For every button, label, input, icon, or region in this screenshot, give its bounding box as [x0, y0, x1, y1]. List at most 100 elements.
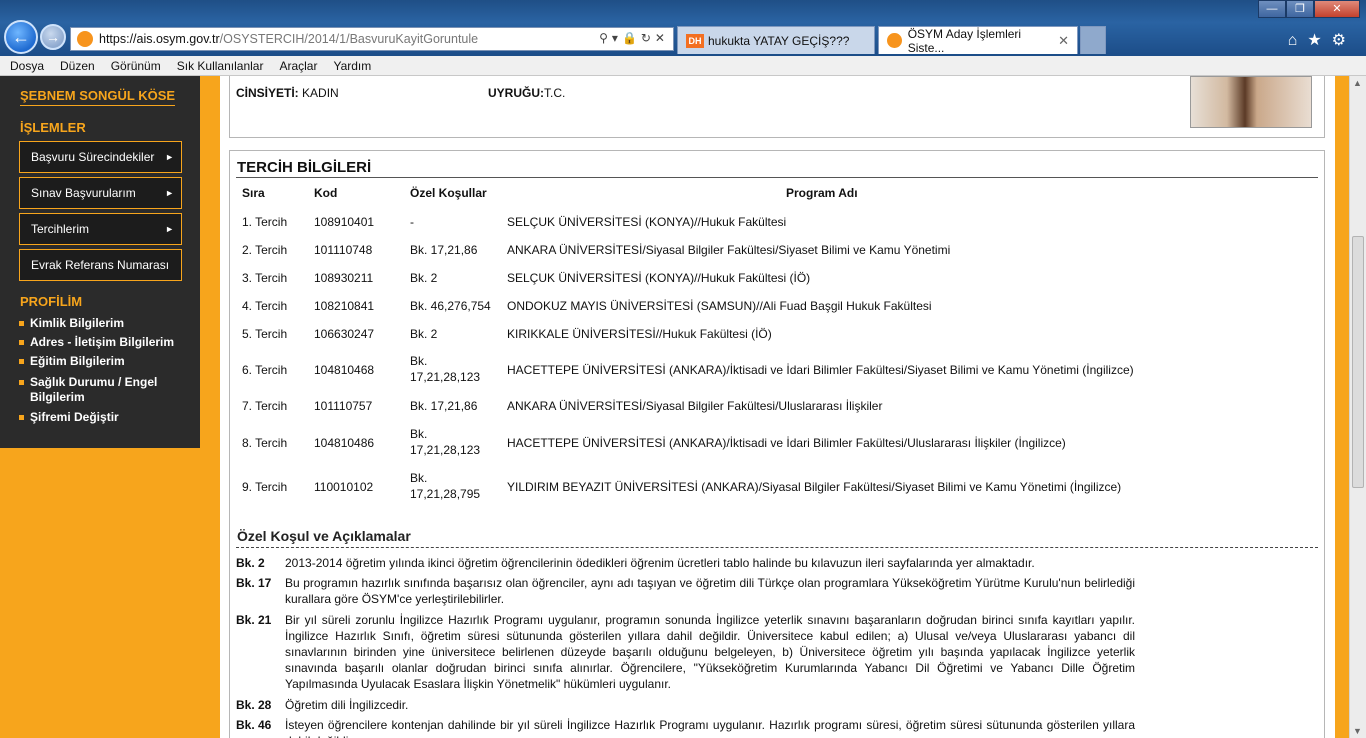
- tercih-section: TERCİH BİLGİLERİ Sıra Kod Özel Koşullar …: [229, 150, 1325, 738]
- profile-link-label: Adres - İletişim Bilgilerim: [30, 335, 175, 349]
- address-bar[interactable]: https://ais.osym.gov.tr/OSYSTERCIH/2014/…: [70, 27, 674, 51]
- profile-link-label-line2: Bilgilerim: [30, 390, 85, 404]
- cell-kosul: Bk.: [410, 427, 428, 441]
- menu-gorunum[interactable]: Görünüm: [111, 59, 161, 73]
- gender-label: CİNSİYETİ:: [236, 86, 299, 100]
- note-text: İsteyen öğrencilere kontenjan dahilinde …: [285, 718, 1135, 738]
- cell-kosul: Bk.: [410, 471, 428, 485]
- page-viewport: ŞEBNEM SONGÜL KÖSE İŞLEMLER Başvuru Süre…: [0, 76, 1349, 738]
- favorites-star-icon[interactable]: ★: [1307, 32, 1331, 49]
- sidebar: ŞEBNEM SONGÜL KÖSE İŞLEMLER Başvuru Süre…: [0, 76, 200, 448]
- sidebar-item-label: Başvuru Sürecindekiler: [31, 150, 155, 164]
- menu-araclar[interactable]: Araçlar: [279, 59, 317, 73]
- minimize-icon[interactable]: —: [1258, 0, 1286, 18]
- profile-link-sifre[interactable]: Şifremi Değiştir: [19, 410, 184, 425]
- column-header-sira: Sıra: [242, 186, 265, 200]
- nationality-field: UYRUĞU:T.C.: [488, 86, 565, 100]
- nationality-value: T.C.: [544, 86, 566, 100]
- sidebar-item-label: Evrak Referans Numarası: [31, 258, 170, 272]
- profile-link-saglik[interactable]: Sağlık Durumu / Engel Bilgilerim: [19, 375, 184, 405]
- cell-program: ONDOKUZ MAYIS ÜNİVERSİTESİ (SAMSUN)//Ali…: [507, 299, 932, 313]
- close-window-icon[interactable]: ✕: [1314, 0, 1360, 18]
- note-text: 2013-2014 öğretim yılında ikinci öğretim…: [285, 556, 1035, 570]
- forward-button[interactable]: →: [40, 24, 66, 50]
- cell-kod: 104810468: [314, 363, 375, 377]
- window-controls: — ❐ ✕: [1258, 0, 1360, 18]
- scroll-down-icon[interactable]: ▼: [1353, 726, 1362, 736]
- column-header-program: Program Adı: [786, 186, 858, 200]
- scroll-up-icon[interactable]: ▲: [1353, 78, 1362, 88]
- cell-kod: 110010102: [314, 480, 374, 494]
- profile-link-adres[interactable]: Adres - İletişim Bilgilerim: [19, 335, 184, 350]
- cell-program: SELÇUK ÜNİVERSİTESİ (KONYA)//Hukuk Fakül…: [507, 271, 811, 285]
- cell-kosul: Bk. 17,21,86: [410, 399, 478, 413]
- cell-sira: 6. Tercih: [242, 363, 288, 377]
- cell-kod: 108930211: [314, 271, 374, 285]
- sidebar-item-basvuru-surecindekiler[interactable]: Başvuru Sürecindekiler ►: [19, 141, 182, 173]
- profile-link-kimlik[interactable]: Kimlik Bilgilerim: [19, 316, 184, 331]
- site-favicon-icon: [77, 31, 93, 47]
- note-code: Bk. 21: [236, 613, 272, 627]
- maximize-icon[interactable]: ❐: [1286, 0, 1314, 18]
- sidebar-item-tercihlerim[interactable]: Tercihlerim ►: [19, 213, 182, 245]
- profilim-heading: PROFİLİM: [20, 294, 83, 309]
- menu-duzen[interactable]: Düzen: [60, 59, 95, 73]
- new-tab-button[interactable]: [1080, 26, 1106, 54]
- scroll-thumb[interactable]: [1352, 236, 1364, 488]
- back-button[interactable]: ←: [4, 20, 38, 54]
- user-name[interactable]: ŞEBNEM SONGÜL KÖSE: [20, 88, 176, 106]
- candidate-photo: [1190, 76, 1312, 128]
- browser-toolbar-icons: ⌂★⚙: [1288, 30, 1356, 50]
- cell-kod: 104810486: [314, 436, 375, 450]
- menu-yardim[interactable]: Yardım: [333, 59, 371, 73]
- profile-link-label: Kimlik Bilgilerim: [30, 316, 125, 330]
- cell-kosul-line2: 17,21,28,123: [410, 443, 481, 457]
- cell-sira: 7. Tercih: [242, 399, 288, 413]
- cell-program: KIRIKKALE ÜNİVERSİTESİ//Hukuk Fakültesi …: [507, 327, 772, 341]
- sidebar-item-evrak-referans[interactable]: Evrak Referans Numarası: [19, 249, 182, 281]
- note-text: Bu programın hazırlık sınıfında başarısı…: [285, 576, 1135, 606]
- menu-dosya[interactable]: Dosya: [10, 59, 44, 73]
- gender-value: KADIN: [302, 86, 339, 100]
- note-code: Bk. 28: [236, 698, 272, 712]
- cell-kosul-line2: 17,21,28,123: [410, 370, 481, 384]
- cell-sira: 1. Tercih: [242, 215, 288, 229]
- tab-osym[interactable]: ÖSYM Aday İşlemleri Siste... ✕: [878, 26, 1078, 55]
- bullet-icon: [19, 340, 24, 346]
- note-code: Bk. 2: [236, 556, 265, 570]
- note-item: Bk. 46 İsteyen öğrencilere kontenjan dah…: [236, 717, 1136, 738]
- column-header-kosul: Özel Koşullar: [410, 186, 487, 200]
- page-scrollbar[interactable]: ▲ ▼: [1349, 76, 1366, 738]
- chevron-right-icon: ►: [165, 152, 174, 162]
- tab-close-icon[interactable]: ✕: [1058, 33, 1069, 49]
- tab-label: ÖSYM Aday İşlemleri Siste...: [907, 26, 1022, 55]
- chevron-right-icon: ►: [165, 224, 174, 234]
- menu-sik-kullanilanlar[interactable]: Sık Kullanılanlar: [177, 59, 264, 73]
- bullet-icon: [19, 321, 24, 327]
- sidebar-item-sinav-basvurularim[interactable]: Sınav Başvurularım ►: [19, 177, 182, 209]
- sidebar-item-label: Tercihlerim: [31, 222, 90, 236]
- profile-link-label: Şifremi Değiştir: [30, 410, 119, 424]
- cell-sira: 5. Tercih: [242, 327, 288, 341]
- browser-titlebar: — ❐ ✕ ← → https://ais.osym.gov.tr/OSYSTE…: [0, 0, 1366, 56]
- note-item: Bk. 2 2013-2014 öğretim yılında ikinci ö…: [236, 555, 1136, 573]
- settings-gear-icon[interactable]: ⚙: [1332, 32, 1356, 49]
- note-item: Bk. 17 Bu programın hazırlık sınıfında b…: [236, 575, 1136, 609]
- main-content: CİNSİYETİ: KADIN UYRUĞU:T.C. TERCİH BİLG…: [220, 76, 1335, 738]
- tab-hukukta[interactable]: DH hukukta YATAY GEÇİŞ???: [677, 26, 875, 54]
- divider: [236, 177, 1318, 178]
- cell-sira: 3. Tercih: [242, 271, 288, 285]
- chevron-right-icon: ►: [165, 188, 174, 198]
- cell-kosul: Bk.: [410, 354, 428, 368]
- home-icon[interactable]: ⌂: [1288, 32, 1308, 49]
- profile-link-egitim[interactable]: Eğitim Bilgilerim: [19, 354, 184, 369]
- note-text: Bir yıl süreli zorunlu İngilizce Hazırlı…: [285, 613, 1135, 691]
- column-header-kod: Kod: [314, 186, 338, 200]
- address-tools-icons[interactable]: ⚲▾🔒↻✕: [599, 31, 669, 45]
- bullet-icon: [19, 359, 24, 365]
- cell-kosul: -: [410, 215, 414, 229]
- note-code: Bk. 17: [236, 576, 272, 590]
- cell-kod: 101110757: [314, 399, 373, 413]
- cell-program: ANKARA ÜNİVERSİTESİ/Siyasal Bilgiler Fak…: [507, 399, 883, 413]
- cell-kod: 101110748: [314, 243, 373, 257]
